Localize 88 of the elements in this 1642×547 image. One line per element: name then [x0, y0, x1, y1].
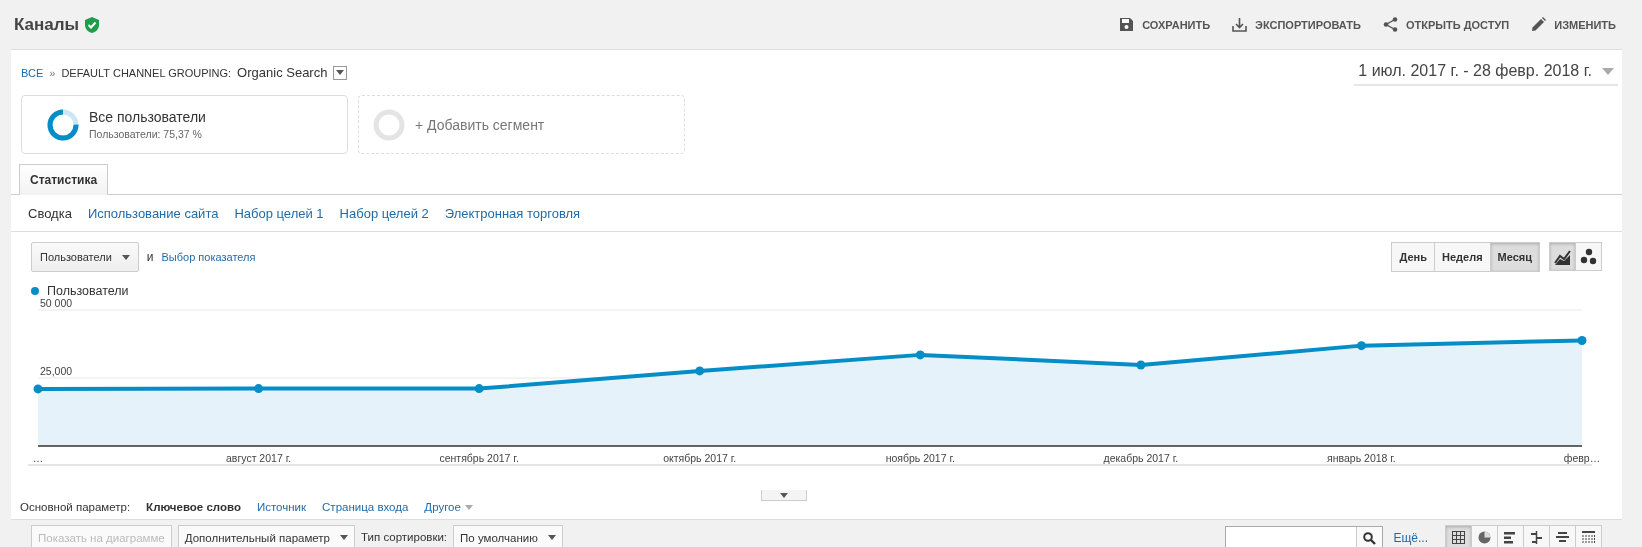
pie-icon	[1478, 531, 1491, 544]
axis-tick-label: 50 000	[40, 298, 73, 309]
axis-category-label: …	[32, 452, 44, 464]
breadcrumb-value: Organic Search	[237, 65, 328, 80]
dimension-option[interactable]: Ключевое слово	[146, 501, 241, 513]
toolbar-button[interactable]: ОТКРЫТЬ ДОСТУП	[1382, 17, 1510, 32]
data-point	[254, 384, 264, 394]
tab[interactable]: Статистика	[19, 164, 109, 195]
grid-icon	[1452, 531, 1465, 544]
dropdown-button[interactable]	[333, 65, 348, 80]
data-point	[1356, 341, 1366, 351]
caret-icon	[547, 535, 556, 540]
scatter-icon	[1580, 248, 1597, 265]
dimension-option[interactable]: Страница входа	[322, 501, 409, 513]
secondary-dimension-select[interactable]: Дополнительный параметр	[177, 525, 355, 547]
segment-name: + Добавить сегмент	[415, 116, 545, 133]
breadcrumb-separator: »	[49, 66, 56, 79]
pivot-icon	[1582, 531, 1595, 544]
axis-category-label: август 2017 г.	[226, 452, 292, 464]
axis-tick-label: 25,000	[40, 365, 73, 377]
search-field[interactable]	[1225, 526, 1384, 547]
period-button[interactable]: Месяц	[1489, 242, 1540, 272]
segment-card[interactable]: Все пользователи Пользователи: 75,37 %	[21, 95, 348, 154]
view-toggle-button[interactable]	[1549, 525, 1576, 547]
breadcrumb-dimension: DEFAULT CHANNEL GROUPING:	[61, 66, 232, 79]
caret-icon	[340, 535, 348, 540]
pencil-icon	[1531, 17, 1547, 32]
download-icon	[1232, 17, 1248, 32]
caret-icon	[336, 70, 345, 75]
view-toggle-button[interactable]	[1523, 525, 1550, 547]
toolbar-button[interactable]: ЭКСПОРТИРОВАТЬ	[1232, 17, 1361, 32]
segment-name: Все пользователи	[89, 109, 206, 125]
data-point	[915, 350, 925, 360]
share-icon	[1382, 17, 1398, 32]
comparison-icon	[1530, 531, 1543, 544]
dimension-option[interactable]: Источник	[256, 501, 307, 513]
date-range-picker[interactable]: 1 июл. 2017 г. - 28 февр. 2018 г.	[1354, 62, 1618, 86]
breadcrumb-link[interactable]: ВСЕ	[21, 66, 44, 79]
data-point	[1577, 335, 1587, 345]
term-cloud-icon	[1556, 531, 1569, 544]
toolbar-button[interactable]: ИЗМЕНИТЬ	[1531, 17, 1616, 32]
sort-type-select[interactable]: По умолчанию	[453, 525, 563, 547]
view-toggle-button[interactable]	[1445, 525, 1472, 547]
chart-mode-button[interactable]	[1549, 242, 1576, 271]
page-title: Каналы	[14, 14, 80, 35]
segment-detail: Пользователи: 75,37 %	[89, 128, 203, 140]
subtab-link[interactable]: Электронная торговля	[444, 205, 581, 221]
ring-icon	[373, 108, 405, 141]
subtab-link[interactable]: Сводка	[28, 205, 72, 221]
conjunction-label: и	[146, 250, 154, 264]
dimension-option[interactable]: Другое	[424, 501, 473, 513]
subtab-link[interactable]: Набор целей 2	[339, 205, 429, 221]
dimension-label: Основной параметр:	[20, 501, 131, 513]
data-point	[474, 384, 484, 394]
period-button[interactable]: Неделя	[1434, 242, 1491, 272]
add-segment-card[interactable]: + Добавить сегмент	[358, 95, 685, 154]
period-button[interactable]: День	[1391, 242, 1435, 272]
axis-category-label: декабрь 2017 г.	[1103, 452, 1179, 464]
caret-icon	[121, 254, 130, 260]
line-chart-icon	[1554, 248, 1571, 265]
data-point	[695, 366, 705, 376]
bars-icon	[1504, 531, 1517, 544]
caret-icon	[780, 492, 788, 498]
axis-category-label: февр…	[1563, 452, 1601, 464]
view-toggle-button[interactable]	[1471, 525, 1498, 547]
more-link[interactable]: Ещё...	[1393, 531, 1428, 545]
chart-mode-button[interactable]	[1575, 242, 1602, 271]
data-point	[33, 384, 43, 394]
legend-label: Пользователи	[47, 284, 129, 298]
expand-chart-button[interactable]	[761, 490, 807, 501]
axis-category-label: октябрь 2017 г.	[663, 452, 737, 464]
toolbar-button[interactable]: СОХРАНИТЬ	[1119, 17, 1211, 32]
axis-category-label: сентябрь 2017 г.	[439, 452, 519, 464]
donut-icon	[47, 108, 79, 141]
caret-icon	[464, 504, 473, 510]
axis-category-label: январь 2018 г.	[1327, 452, 1396, 464]
view-toggle-button[interactable]	[1497, 525, 1524, 547]
sort-type-label: Тип сортировки:	[361, 531, 448, 543]
search-icon	[1363, 531, 1377, 545]
data-point	[1136, 360, 1146, 370]
shield-check-icon	[85, 16, 100, 33]
caret-icon	[1602, 67, 1614, 75]
axis-category-label: ноябрь 2017 г.	[885, 452, 955, 464]
metric-link[interactable]: Выбор показателя	[161, 251, 256, 263]
view-toggle-button[interactable]	[1575, 525, 1602, 547]
subtab-link[interactable]: Использование сайта	[87, 205, 219, 221]
subtab-link[interactable]: Набор целей 1	[234, 205, 324, 221]
metric-select[interactable]: Пользователи	[31, 242, 139, 272]
